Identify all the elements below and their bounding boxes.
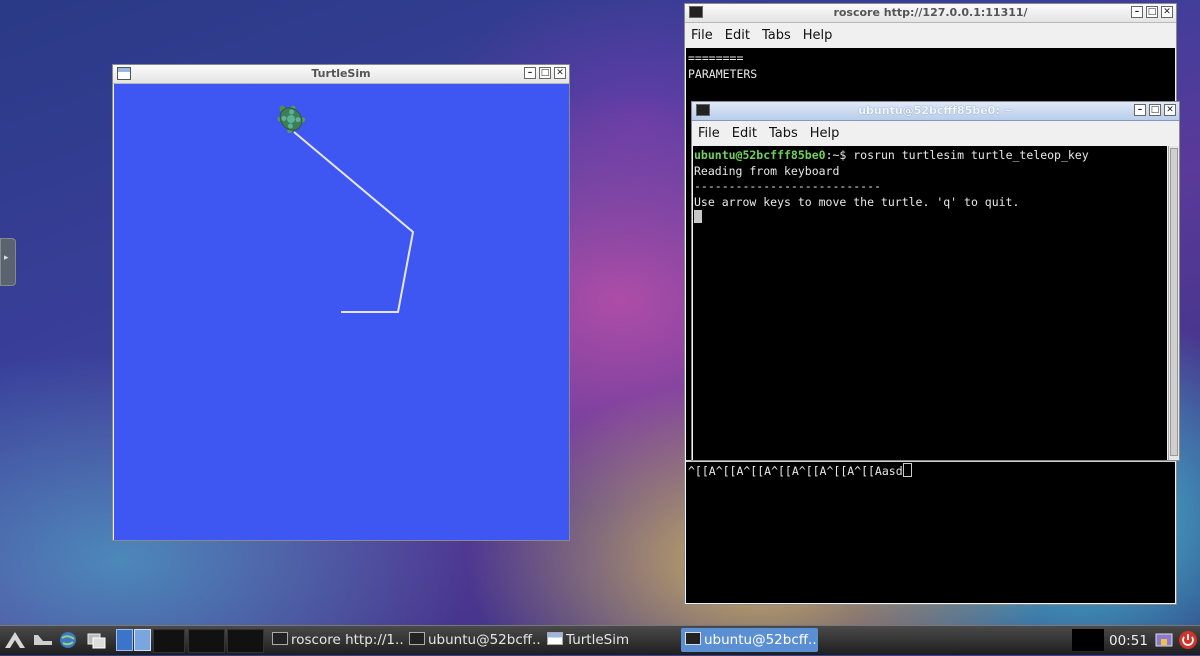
ubuntu-menubar: File Edit Tabs Help — [692, 123, 1179, 145]
taskbar: roscore http://1... ubuntu@52bcff... Tur… — [0, 625, 1200, 655]
maximize-button[interactable]: □ — [1149, 104, 1161, 116]
task-ubuntu-1[interactable]: ubuntu@52bcff... — [405, 628, 542, 652]
menu-edit[interactable]: Edit — [719, 25, 756, 43]
scrollbar-thumb[interactable] — [1170, 148, 1178, 456]
clock[interactable]: 00:51 — [1109, 630, 1148, 652]
workspace-3[interactable] — [153, 629, 185, 653]
output-line: PARAMETERS — [688, 66, 758, 81]
close-button[interactable]: ✕ — [554, 67, 566, 79]
turtlesim-title: TurtleSim — [311, 67, 371, 80]
turtlesim-canvas[interactable] — [114, 84, 569, 540]
turtle-path-svg — [277, 105, 415, 313]
menu-edit[interactable]: Edit — [726, 123, 763, 141]
minimize-all-button[interactable] — [32, 631, 54, 649]
start-menu-button[interactable] — [3, 628, 27, 652]
roscore-title: roscore http://127.0.0.1:11311/ — [833, 6, 1028, 19]
roscore-menubar: File Edit Tabs Help — [685, 25, 1176, 47]
turtle-icon — [277, 105, 306, 133]
app-menu-icon — [5, 632, 25, 648]
minimize-button[interactable]: – — [1131, 6, 1143, 18]
logout-button[interactable] — [1178, 630, 1198, 650]
close-button[interactable]: ✕ — [1161, 6, 1173, 18]
menu-help[interactable]: Help — [804, 123, 846, 141]
menu-help[interactable]: Help — [797, 25, 839, 43]
roscore-titlebar[interactable]: roscore http://127.0.0.1:11311/ – □ ✕ — [685, 4, 1176, 23]
prompt-line: ubuntu@52bcfff85be0:~$ rosrun turtlesim … — [694, 148, 1166, 164]
turtlesim-window[interactable]: TurtleSim – □ ✕ — [112, 64, 570, 541]
minimize-button[interactable]: – — [1134, 104, 1146, 116]
prompt-user: ubuntu@52bcfff85be0 — [694, 148, 826, 162]
windows-icon — [87, 633, 106, 649]
output-line: Reading from keyboard — [694, 163, 840, 178]
ubuntu-title: ubuntu@52bcfff85be0: ~ — [858, 104, 1013, 117]
output-line: Use arrow keys to move the turtle. 'q' t… — [694, 194, 1020, 209]
ubuntu-terminal-window[interactable]: ubuntu@52bcfff85be0: ~ – □ ✕ File Edit Tab… — [691, 101, 1180, 461]
terminal-scrollbar[interactable] — [1168, 146, 1179, 460]
prompt-command: :~$ rosrun turtlesim turtle_teleop_key — [825, 148, 1089, 162]
ubuntu-titlebar[interactable]: ubuntu@52bcfff85be0: ~ – □ ✕ — [692, 102, 1179, 121]
terminal-icon — [272, 632, 288, 645]
show-desktop-icon — [34, 635, 52, 645]
typed-text: ^[[A^[[A^[[A^[[A^[[A^[[A^[[Aasd — [688, 464, 903, 478]
task-label: TurtleSim — [566, 632, 630, 648]
output-line: ======== — [688, 51, 744, 65]
window-switcher-button[interactable] — [86, 630, 108, 650]
terminal-icon — [696, 104, 710, 116]
menu-file[interactable]: File — [685, 25, 719, 43]
close-button[interactable]: ✕ — [1164, 104, 1176, 116]
workspace-4[interactable] — [188, 629, 225, 653]
browser-launcher[interactable] — [58, 630, 78, 650]
task-ubuntu-2[interactable]: ubuntu@52bcff... — [681, 628, 818, 652]
workspace-1[interactable] — [116, 629, 133, 651]
task-turtlesim[interactable]: TurtleSim — [543, 628, 678, 652]
system-tray-box[interactable] — [1072, 629, 1104, 651]
menu-tabs[interactable]: Tabs — [756, 25, 797, 43]
maximize-button[interactable]: □ — [1146, 6, 1158, 18]
globe-icon — [60, 632, 76, 648]
terminal-icon — [685, 632, 701, 645]
power-icon — [1179, 631, 1197, 649]
task-label: ubuntu@52bcff... — [428, 632, 542, 648]
maximize-button[interactable]: □ — [539, 67, 551, 79]
lock-screen-icon — [1155, 633, 1173, 647]
terminal-icon — [689, 6, 703, 18]
side-panel-handle[interactable]: ▸ — [0, 238, 16, 286]
output-line: --------------------------- — [694, 179, 881, 193]
task-label: roscore http://1... — [291, 632, 403, 648]
terminal-icon — [409, 632, 425, 645]
workspace-2[interactable] — [134, 629, 151, 651]
text-cursor — [902, 463, 912, 477]
text-cursor — [694, 210, 702, 223]
expand-arrow-icon: ▸ — [4, 253, 9, 263]
turtlesim-titlebar[interactable]: TurtleSim – □ ✕ — [113, 65, 569, 84]
roscore-input-line: ^[[A^[[A^[[A^[[A^[[A^[[A^[[Aasd — [688, 463, 912, 480]
task-label: ubuntu@52bcff... — [704, 632, 818, 648]
task-roscore[interactable]: roscore http://1... — [268, 628, 403, 652]
menu-file[interactable]: File — [692, 123, 726, 141]
workspace-5[interactable] — [227, 629, 264, 653]
window-icon — [547, 632, 563, 645]
screen-lock-button[interactable] — [1154, 630, 1174, 650]
window-app-icon — [117, 67, 131, 80]
ubuntu-terminal-output[interactable]: ubuntu@52bcfff85be0:~$ rosrun turtlesim … — [693, 146, 1167, 460]
menu-tabs[interactable]: Tabs — [763, 123, 804, 141]
minimize-button[interactable]: – — [524, 67, 536, 79]
turtle-path — [293, 131, 415, 313]
